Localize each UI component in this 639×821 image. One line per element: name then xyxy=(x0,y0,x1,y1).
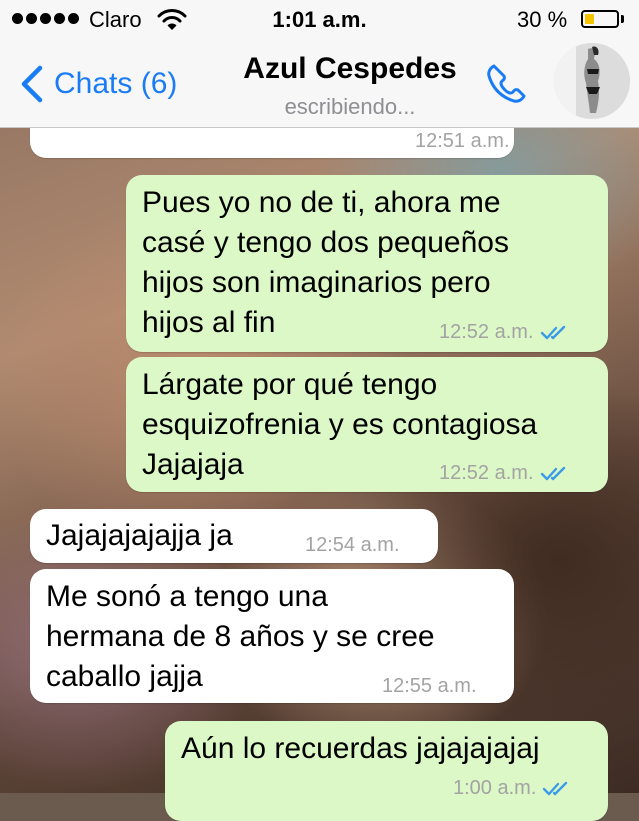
status-bar: Claro 1:01 a.m. 30 % xyxy=(0,0,639,40)
typing-status: escribiendo... xyxy=(284,94,416,119)
back-button[interactable]: Chats (6) xyxy=(14,62,177,106)
contact-avatar[interactable] xyxy=(554,43,630,119)
message-bubble-outgoing[interactable]: Aún lo recuerdas jajajajajaj 1:00 a.m. xyxy=(165,721,608,821)
contact-name[interactable]: Azul Cespedes xyxy=(200,52,500,86)
double-check-icon xyxy=(540,325,565,339)
double-check-icon xyxy=(540,466,565,480)
message-bubble-incoming[interactable]: Jajajajajajja ja 12:54 a.m. xyxy=(30,509,438,563)
battery-percentage: 30 % xyxy=(517,7,568,32)
phone-icon[interactable] xyxy=(480,58,532,110)
message-text: Aún lo recuerdas jajajajajaj xyxy=(181,732,540,765)
chat-header: Chats (6) Azul Cespedes escribiendo... xyxy=(0,40,639,128)
back-button-label: Chats (6) xyxy=(54,67,178,100)
message-time: 12:52 a.m. xyxy=(439,462,534,484)
battery-icon xyxy=(581,10,619,28)
double-check-icon xyxy=(543,781,568,795)
message-time: 12:51 a.m. xyxy=(415,130,510,152)
chevron-left-icon xyxy=(21,65,43,103)
message-time: 12:54 a.m. xyxy=(305,534,400,556)
message-text: Pues yo no de ti, ahora me casé y tengo … xyxy=(142,186,509,339)
message-bubble-outgoing[interactable]: Lárgate por qué tengo esquizofrenia y es… xyxy=(126,357,608,492)
message-time: 12:55 a.m. xyxy=(382,675,477,697)
message-bubble-outgoing[interactable]: Pues yo no de ti, ahora me casé y tengo … xyxy=(126,175,608,352)
message-text: Me sonó a tengo una hermana de 8 años y … xyxy=(46,580,435,693)
message-bubble-incoming[interactable]: Me sonó a tengo una hermana de 8 años y … xyxy=(30,569,514,703)
message-time: 12:52 a.m. xyxy=(439,321,534,343)
message-text: Jajajajajajja ja xyxy=(46,519,233,552)
avatar-photo xyxy=(554,43,630,119)
battery-level xyxy=(585,14,594,24)
message-time: 1:00 a.m. xyxy=(453,777,537,799)
battery-tip xyxy=(621,15,624,23)
